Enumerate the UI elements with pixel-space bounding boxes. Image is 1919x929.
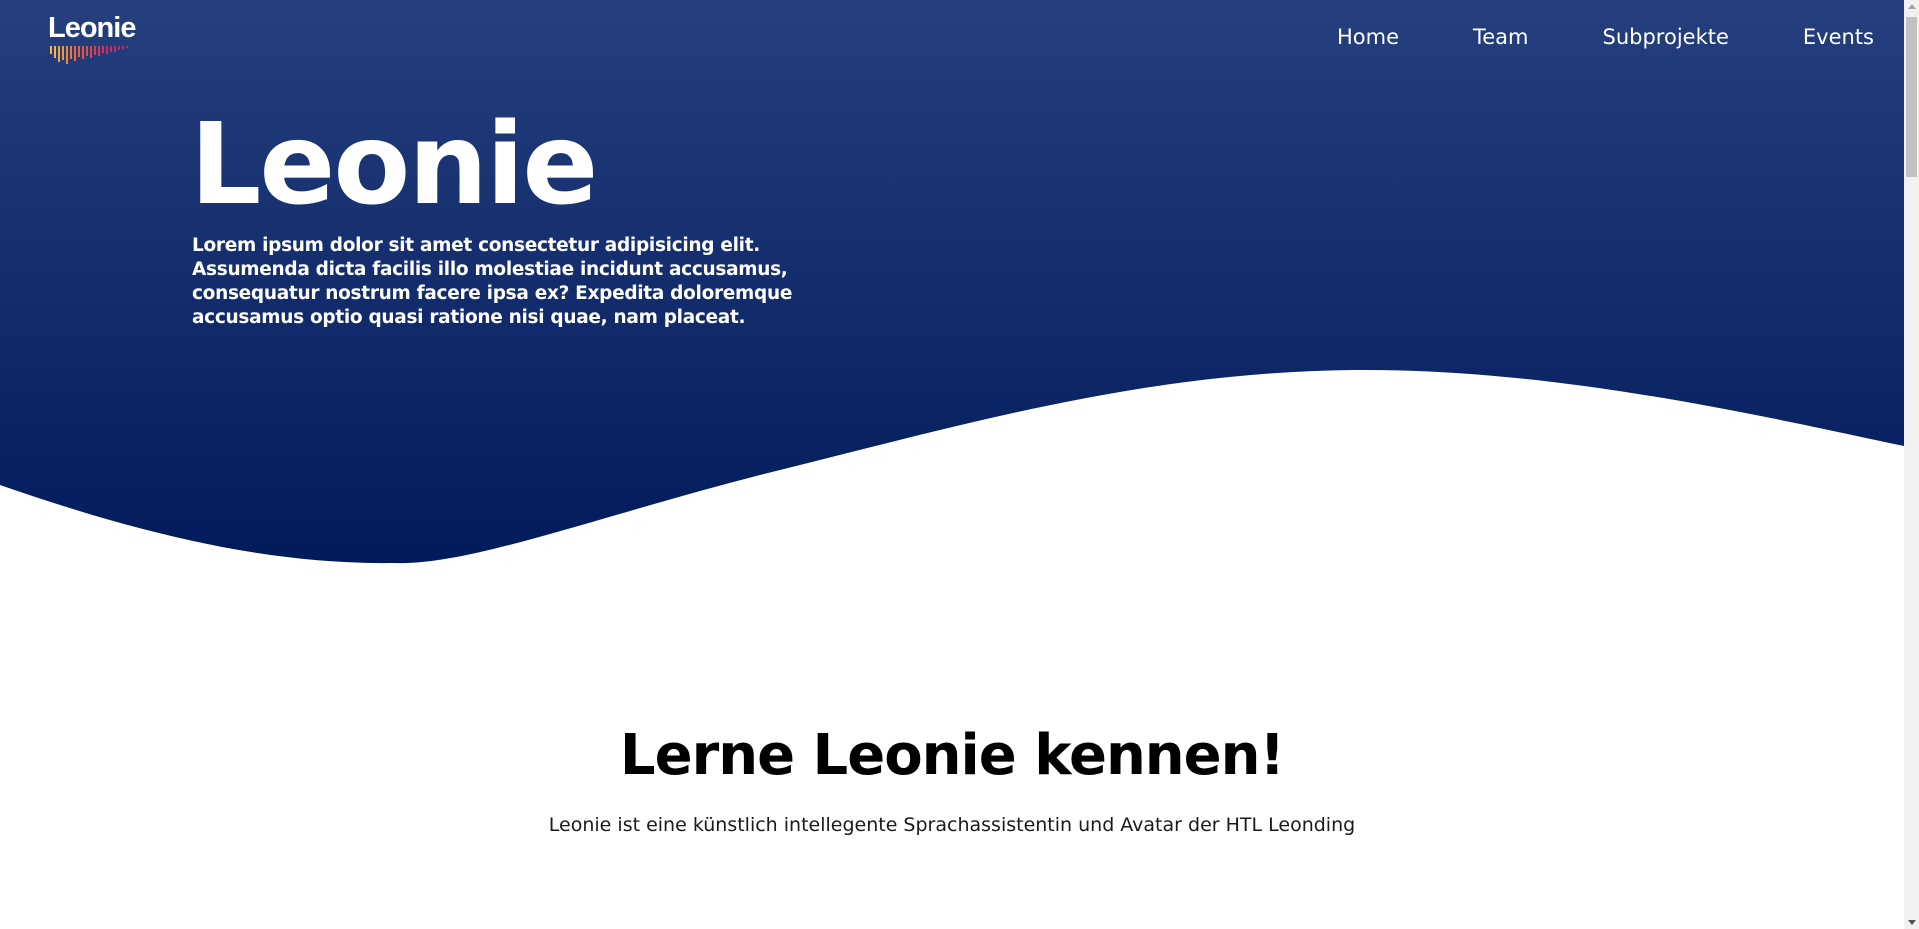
hero-description: Lorem ipsum dolor sit amet consectetur a… (192, 235, 793, 328)
logo-text: Leonie (48, 12, 136, 44)
vertical-scrollbar[interactable] (1904, 0, 1919, 929)
intro-title: Lerne Leonie kennen! (619, 723, 1285, 788)
nav-events[interactable]: Events (1803, 24, 1874, 50)
nav-team[interactable]: Team (1473, 24, 1529, 50)
soundwave-icon (50, 46, 128, 64)
logo[interactable]: Leonie (48, 12, 148, 64)
nav-home[interactable]: Home (1337, 24, 1399, 50)
hero-title: Leonie (190, 100, 598, 230)
nav-subprojekte[interactable]: Subprojekte (1603, 24, 1729, 50)
main-nav: Home Team Subprojekte Events (1263, 24, 1874, 50)
intro-description: Leonie ist eine künstlich intellegente S… (548, 814, 1356, 836)
page: Leonie Home Team Subprojekte Events Leon… (0, 0, 1919, 929)
scrollbar-thumb[interactable] (1906, 17, 1917, 177)
scroll-up-arrow-icon[interactable] (1908, 4, 1916, 9)
scroll-down-arrow-icon[interactable] (1908, 920, 1916, 925)
